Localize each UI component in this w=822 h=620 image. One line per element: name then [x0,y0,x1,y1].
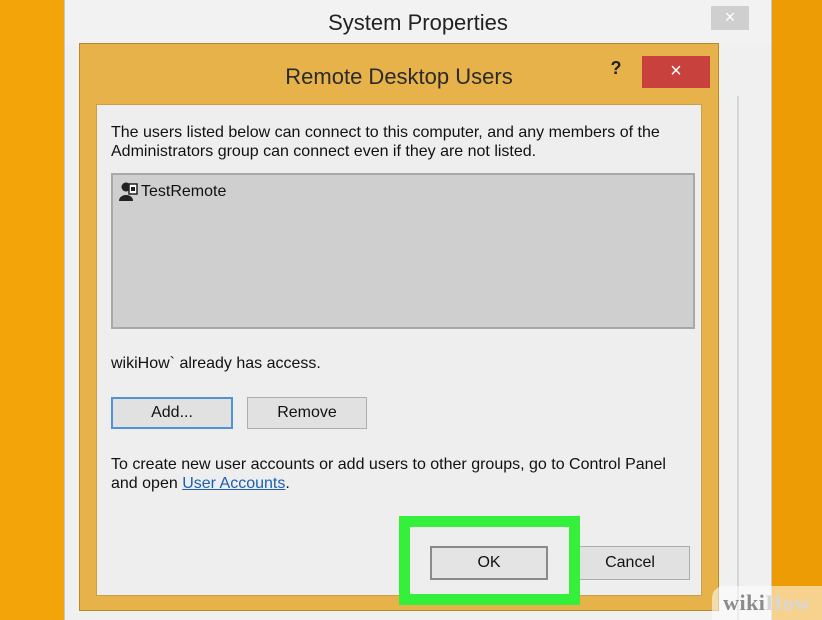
user-list[interactable]: TestRemote [111,173,695,329]
list-item[interactable]: TestRemote [117,181,226,203]
add-button[interactable]: Add... [111,397,233,429]
user-name: TestRemote [141,183,227,200]
system-properties-title: System Properties [328,10,508,35]
watermark-wiki: wiki [723,590,766,615]
footer-text: To create new user accounts or add users… [111,455,691,493]
dialog-description: The users listed below can connect to th… [111,124,660,160]
user-accounts-link[interactable]: User Accounts [182,475,285,492]
ok-button[interactable]: OK [430,546,548,580]
access-status-text: wikiHow` already has access. [111,355,321,372]
watermark-how: How [765,590,811,615]
close-button[interactable]: × [642,56,710,88]
system-properties-titlebar: System Properties × [65,0,771,44]
wikihow-watermark: wiki How [712,586,822,620]
dialog-titlebar: Remote Desktop Users ? × [80,44,718,104]
footer-text-after: . [285,475,290,492]
remove-button[interactable]: Remove [247,397,367,429]
background-right [770,0,822,620]
background-left [0,0,64,620]
cancel-button[interactable]: Cancel [570,546,690,580]
system-properties-panel-edge [737,96,739,620]
system-properties-close-button[interactable]: × [711,6,749,30]
user-icon [117,181,139,203]
help-button[interactable]: ? [606,58,626,82]
